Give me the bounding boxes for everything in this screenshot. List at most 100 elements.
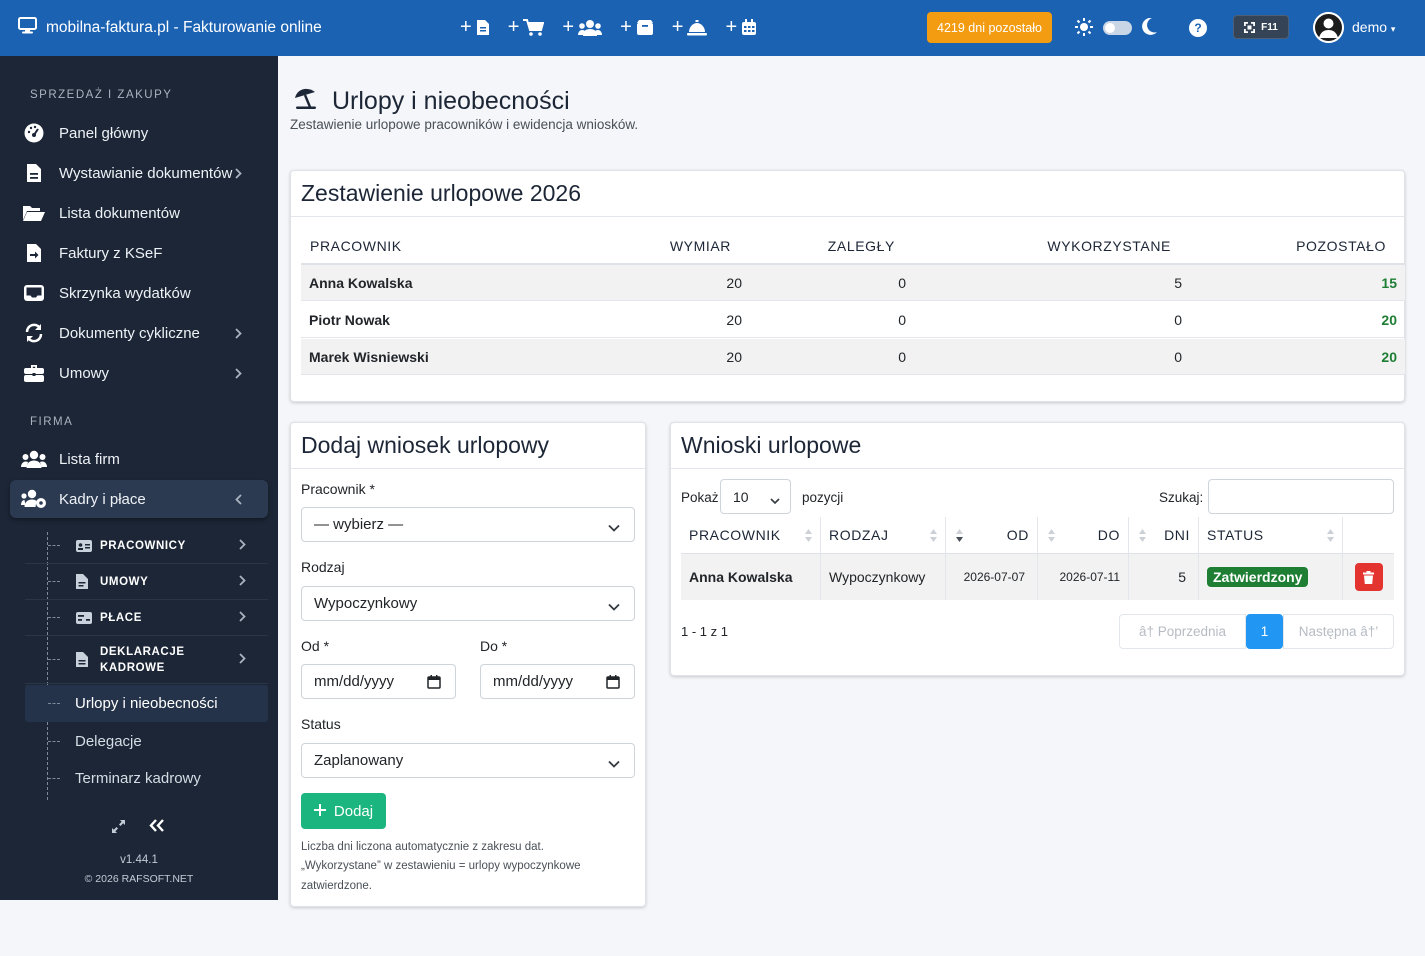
cell-status: Zatwierdzony [1199,554,1343,600]
plus-icon [313,803,326,820]
delete-button[interactable] [1354,563,1383,591]
prev-page-button[interactable]: â† Poprzednia [1119,614,1246,649]
cell-type-text: Wypoczynkowy [829,569,926,585]
form-note-line-3: zatwierdzone. [301,880,372,892]
sidebar: SPRZEDAŻ I ZAKUPY Panel główny Wystawian… [0,56,278,900]
vacation-summary-card: Zestawienie urlopowe 2026 PRACOWNIK WYMI… [290,170,1405,402]
cell-to: 2026-07-11 [1038,554,1129,600]
sidebar-subitem-employees[interactable]: PRACOWNICY [25,528,268,564]
help-icon[interactable]: ? [1189,19,1207,37]
inbox-icon [20,284,48,302]
calendar-icon[interactable] [427,675,441,693]
quick-actions: + + + + + + [460,17,757,37]
sidebar-subitem-label: PŁACE [100,611,142,624]
page-length-select[interactable]: 10 [720,479,791,514]
chevron-right-icon [235,366,242,383]
cell-from-text: 2026-07-07 [963,570,1025,584]
add-request-button[interactable]: Dodaj [301,793,386,829]
theme-toggle[interactable] [1103,21,1132,35]
search-input[interactable] [1208,479,1394,514]
sidebar-item-document-list[interactable]: Lista dokumentów [10,194,268,232]
quick-add-vacation-button[interactable]: + [672,17,708,37]
chevron-right-icon [239,538,246,553]
expand-icon [1244,21,1256,33]
chevron-down-icon [608,519,620,536]
next-page-button[interactable]: Następna â†’ [1283,614,1394,649]
cell-used: 5 [1174,275,1182,291]
th-days[interactable]: DNI [1129,517,1199,553]
quick-add-contractor-button[interactable]: + [562,17,603,37]
avatar[interactable] [1313,12,1344,43]
date-from-placeholder: mm/dd/yyyy [314,673,395,690]
sidebar-item-ksef-invoices[interactable]: Faktury z KSeF [10,234,268,272]
th-from[interactable]: OD [946,517,1038,553]
th-status[interactable]: STATUS [1199,517,1343,553]
th-employee: PRACOWNIK [310,238,402,254]
cell-employee: Marek Wisniewski [309,349,429,365]
table-row: Piotr Nowak 20 0 0 20 [301,302,1405,338]
sort-icon [1139,529,1146,545]
th-to-label: DO [1097,527,1120,543]
collapse-sidebar-icon[interactable] [149,819,165,832]
sidebar-leaf-delegations[interactable]: Delegacje [25,723,268,760]
cell-remaining: 20 [1381,349,1397,365]
fullscreen-f11-button[interactable]: F11 [1233,15,1289,39]
users-cog-icon [20,489,48,509]
date-from-input[interactable]: mm/dd/yyyy [301,664,456,699]
sidebar-subitem-contracts[interactable]: UMOWY [25,564,268,600]
file-text-icon [76,652,92,667]
cell-carryover: 0 [898,349,906,365]
quick-add-document-button[interactable]: + [460,17,490,37]
sidebar-subitem-payroll[interactable]: PŁACE [25,600,268,636]
sidebar-leaf-hr-schedule[interactable]: Terminarz kadrowy [25,760,268,797]
sidebar-item-label: Lista firm [59,450,120,468]
date-to-input[interactable]: mm/dd/yyyy [480,664,635,699]
requests-title: Wnioski urlopowe [681,432,862,458]
type-select[interactable]: Wypoczynkowy [301,586,635,621]
sidebar-item-company-list[interactable]: Lista firm [10,440,268,478]
sync-icon [20,323,48,343]
th-to[interactable]: DO [1038,517,1129,553]
sidebar-item-recurring-documents[interactable]: Dokumenty cykliczne [10,314,268,352]
chevron-down-icon [608,598,620,615]
cart-icon [523,18,545,36]
sidebar-leaf-leaves-absences[interactable]: Urlopy i nieobecności [25,685,268,722]
sort-icon [1327,529,1334,545]
moon-icon[interactable] [1142,18,1157,35]
status-select[interactable]: Zaplanowany [301,743,635,778]
th-employee[interactable]: PRACOWNIK [681,517,821,553]
quick-add-event-button[interactable]: + [725,17,757,37]
user-name: demo [1352,19,1388,35]
sidebar-subitem-hr-declarations[interactable]: DEKLARACJE KADROWE [25,636,268,684]
cell-type: Wypoczynkowy [821,554,946,600]
sort-icon [930,529,937,545]
calendar-icon[interactable] [606,675,620,693]
employee-select[interactable]: — wybierz — [301,507,635,542]
sun-icon[interactable] [1075,18,1093,36]
page-title-text: Urlopy i nieobecności [332,87,570,115]
brand[interactable]: mobilna-faktura.pl - Fakturowanie online [18,17,322,39]
file-import-icon [20,243,48,263]
cell-actions [1343,554,1394,600]
chevron-right-icon [239,652,246,667]
section-company-heading: FIRMA [30,416,74,428]
page-1-button[interactable]: 1 [1246,614,1283,649]
quick-add-product-button[interactable]: + [620,17,654,37]
sidebar-item-dashboard[interactable]: Panel główny [10,114,268,152]
chevron-down-icon [608,755,620,772]
user-menu[interactable]: demo ▾ [1352,19,1395,35]
cell-remaining: 15 [1381,275,1397,291]
sidebar-item-issue-documents[interactable]: Wystawianie dokumentów [10,154,268,192]
th-type[interactable]: RODZAJ [821,517,946,553]
sidebar-item-expense-inbox[interactable]: Skrzynka wydatków [10,274,268,312]
expand-arrows-icon[interactable] [111,819,126,834]
chevron-down-icon [770,492,780,508]
app-version: v1.44.1 [120,854,158,866]
sidebar-item-hr-payroll[interactable]: Kadry i płace [10,480,268,518]
sort-icon [1048,529,1055,545]
sidebar-item-contracts[interactable]: Umowy [10,354,268,392]
license-days-badge[interactable]: 4219 dni pozostało [927,12,1052,43]
table-row: Marek Wisniewski 20 0 0 20 [301,339,1405,375]
quick-add-purchase-button[interactable]: + [508,17,545,37]
file-contract-icon [76,574,92,589]
